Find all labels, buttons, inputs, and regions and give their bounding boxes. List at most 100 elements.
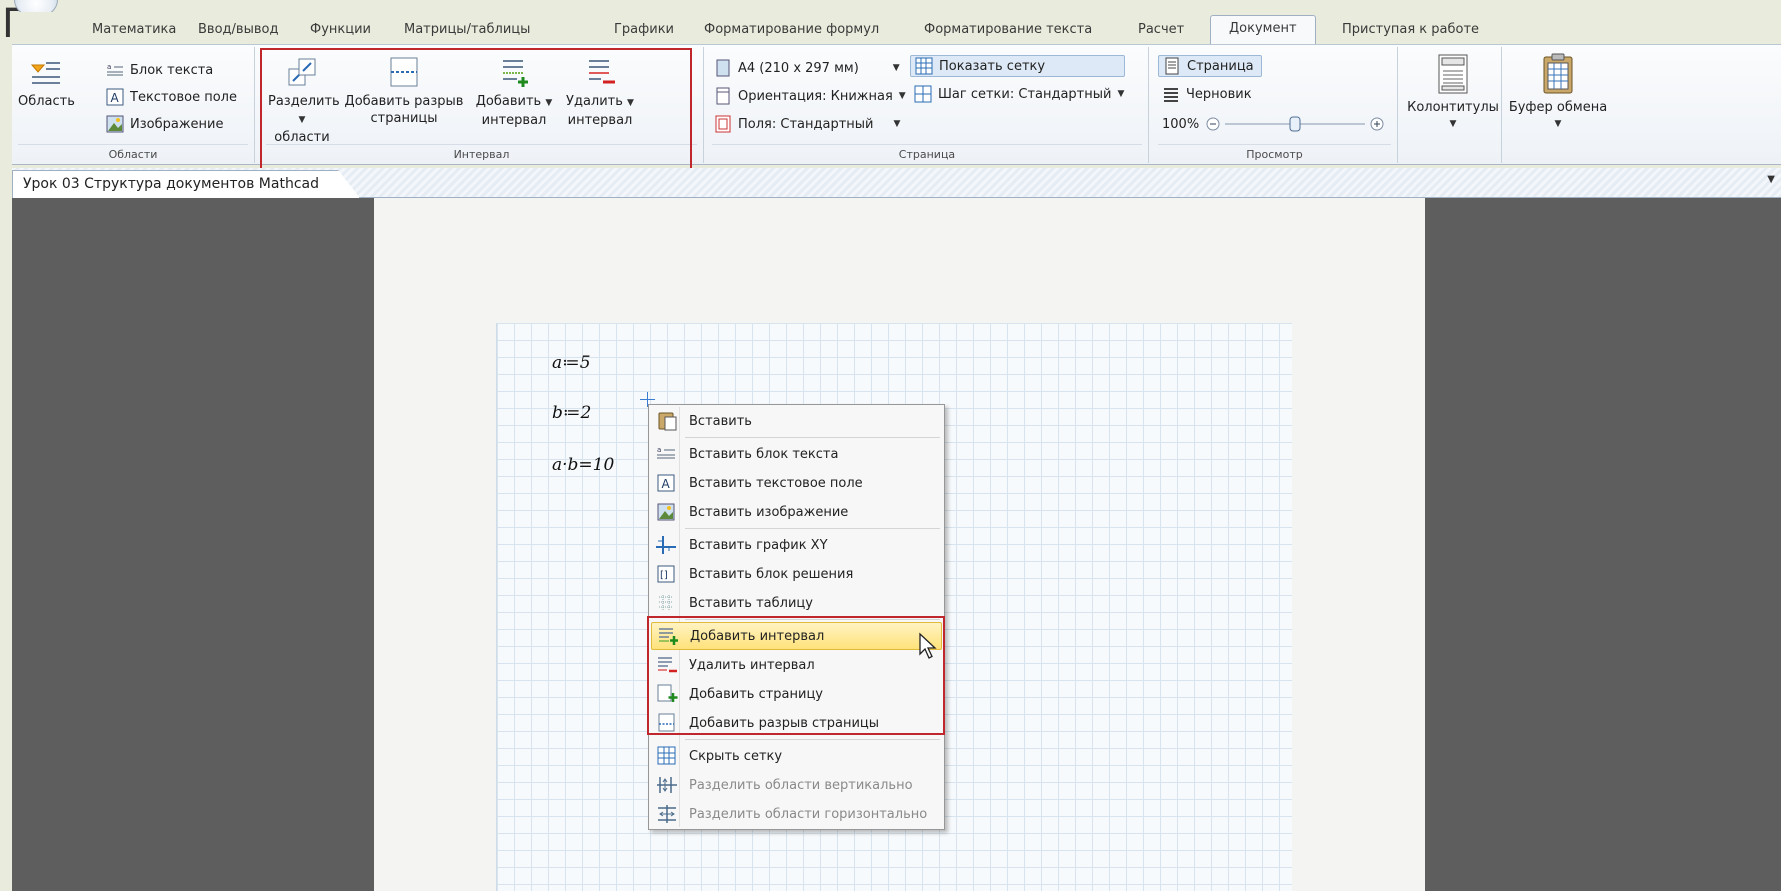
draft-view-button[interactable]: Черновик: [1162, 83, 1252, 105]
group-label-view: Просмотр: [1246, 148, 1303, 161]
image-button[interactable]: Изображение: [106, 113, 223, 135]
clipboard-label: Буфер обмена: [1508, 100, 1608, 115]
split-horizontal-icon: [658, 805, 676, 823]
margins-label: Поля: Стандартный: [738, 116, 874, 132]
ribbon: Область a Блок текста A Текстовое поле И…: [12, 44, 1781, 165]
menu-item-label: Удалить интервал: [689, 657, 815, 673]
menu-item-insert-xy-plot[interactable]: Вставить график XY: [651, 531, 942, 559]
chevron-down-icon: ▼: [892, 63, 900, 73]
region-button[interactable]: Область: [18, 59, 75, 110]
remove-interval-button[interactable]: Удалить ▼ интервал: [560, 55, 640, 129]
menu-item-label: Добавить страницу: [689, 686, 823, 702]
chevron-down-icon[interactable]: ▼: [1767, 174, 1775, 185]
tab-matrices[interactable]: Матрицы/таблицы: [404, 18, 530, 44]
orientation-icon: [716, 87, 730, 105]
ribbon-tabs: Математика Ввод/вывод Функции Матрицы/та…: [12, 12, 1781, 44]
headers-footers-button[interactable]: Колонтитулы ▼: [1407, 53, 1499, 133]
group-label-page: Страница: [898, 148, 956, 161]
menu-item-add-page-break[interactable]: Добавить разрыв страницы: [651, 709, 942, 737]
menu-item-hide-grid[interactable]: Скрыть сетку: [651, 742, 942, 770]
group-divider: [266, 144, 697, 145]
grid-icon: [657, 746, 676, 765]
add-interval-label-2: интервал: [481, 113, 547, 128]
group-divider: [18, 144, 248, 145]
xy-plot-icon: [656, 536, 676, 554]
add-interval-button[interactable]: Добавить ▼ интервал: [474, 55, 554, 129]
group-headers: Колонтитулы ▼: [1405, 47, 1502, 163]
tab-document[interactable]: Документ: [1210, 15, 1316, 44]
tab-plots[interactable]: Графики: [614, 18, 674, 44]
orientation-label: Ориентация: Книжная: [738, 88, 893, 104]
menu-separator: [685, 739, 940, 740]
margins-dropdown[interactable]: Поля: Стандартный ▼: [714, 113, 900, 135]
tab-math-formatting[interactable]: Форматирование формул: [704, 18, 879, 44]
text-field-icon: A: [106, 88, 124, 106]
tab-math[interactable]: Математика: [92, 18, 176, 44]
group-view: Страница Черновик 100% Просмотр: [1152, 47, 1398, 163]
math-region-a[interactable]: a≔5: [552, 353, 591, 373]
math-region-product[interactable]: a·b=10: [552, 455, 614, 475]
show-grid-toggle[interactable]: Показать сетку: [910, 55, 1125, 77]
menu-separator: [685, 528, 940, 529]
text-field-label: Текстовое поле: [130, 89, 237, 105]
context-menu: Вставить a Вставить блок текста A Встави…: [648, 404, 945, 830]
document-tab[interactable]: Урок 03 Структура документов Mathcad: [12, 170, 360, 198]
text-block-label: Блок текста: [130, 62, 214, 78]
add-interval-icon: [659, 628, 678, 645]
group-divider: [712, 144, 1142, 145]
split-regions-button[interactable]: Разделить ▼ области: [268, 55, 340, 146]
tab-calculation[interactable]: Расчет: [1138, 18, 1184, 44]
document-tab-strip: Урок 03 Структура документов Mathcad ▼: [12, 168, 1781, 198]
region-icon: [30, 62, 60, 84]
menu-item-label: Вставить график XY: [689, 537, 828, 553]
menu-item-insert-solve-block[interactable]: [] Вставить блок решения: [651, 560, 942, 588]
chevron-down-icon: ▼: [1554, 119, 1562, 129]
menu-item-split-horizontal[interactable]: Разделить области горизонтально: [651, 800, 942, 828]
remove-interval-label-2: интервал: [567, 113, 633, 128]
tab-getting-started[interactable]: Приступая к работе: [1342, 18, 1479, 44]
svg-text:A: A: [111, 91, 120, 105]
group-interval: Разделить ▼ области Добавить разрыв стра…: [260, 47, 704, 163]
solve-block-icon: []: [657, 565, 675, 583]
image-label: Изображение: [130, 116, 224, 132]
zoom-value: 100%: [1162, 116, 1200, 132]
page-break-label-1: Добавить разрыв: [344, 94, 464, 109]
group-page: A4 (210 x 297 мм) ▼ Ориентация: Книжная …: [706, 47, 1149, 163]
text-block-button[interactable]: a Блок текста: [106, 59, 213, 81]
tab-io[interactable]: Ввод/вывод: [198, 18, 278, 44]
clipboard-button[interactable]: Буфер обмена ▼: [1508, 53, 1608, 133]
group-label-interval: Интервал: [453, 148, 510, 161]
menu-item-insert-image[interactable]: Вставить изображение: [651, 498, 942, 526]
text-block-icon: a: [107, 63, 123, 76]
text-block-icon: a: [657, 446, 675, 459]
add-page-break-button[interactable]: Добавить разрыв страницы: [342, 55, 466, 127]
split-vertical-icon: [657, 777, 677, 793]
region-label: Область: [18, 94, 75, 109]
menu-item-insert-table[interactable]: Вставить таблицу: [651, 589, 942, 617]
paper-size-dropdown[interactable]: A4 (210 x 297 мм) ▼: [714, 57, 900, 79]
page-view-icon: [1165, 57, 1179, 75]
menu-separator: [685, 437, 940, 438]
menu-item-insert-text-field[interactable]: A Вставить текстовое поле: [651, 469, 942, 497]
menu-item-insert-text-block[interactable]: a Вставить блок текста: [651, 440, 942, 468]
page-view-button[interactable]: Страница: [1158, 55, 1262, 77]
chevron-down-icon: ▼: [1117, 89, 1125, 99]
grid-step-dropdown[interactable]: Шаг сетки: Стандартный ▼: [914, 83, 1124, 105]
image-icon: [106, 115, 124, 133]
math-region-b[interactable]: b≔2: [552, 403, 591, 423]
menu-item-add-interval[interactable]: Добавить интервал: [651, 622, 942, 650]
zoom-slider[interactable]: [1205, 114, 1385, 134]
grid-step-label: Шаг сетки: Стандартный: [938, 86, 1112, 102]
menu-item-remove-interval[interactable]: Удалить интервал: [651, 651, 942, 679]
menu-item-paste[interactable]: Вставить: [651, 407, 942, 435]
menu-item-add-page[interactable]: Добавить страницу: [651, 680, 942, 708]
menu-item-label: Добавить разрыв страницы: [689, 715, 880, 731]
tab-text-formatting[interactable]: Форматирование текста: [924, 18, 1092, 44]
tab-functions[interactable]: Функции: [310, 18, 371, 44]
table-icon: [659, 595, 673, 610]
orientation-dropdown[interactable]: Ориентация: Книжная ▼: [714, 85, 906, 107]
text-field-button[interactable]: A Текстовое поле: [106, 86, 237, 108]
split-regions-icon: [288, 58, 316, 86]
menu-item-split-vertical[interactable]: Разделить области вертикально: [651, 771, 942, 799]
group-clipboard: Буфер обмена ▼: [1506, 47, 1610, 163]
